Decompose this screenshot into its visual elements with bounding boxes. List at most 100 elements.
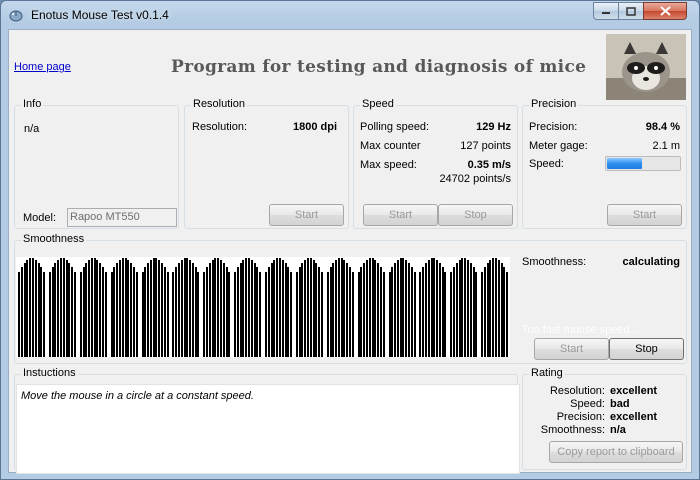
smoothness-graph-bar xyxy=(105,272,107,357)
speed-warning-text: Too fast mouse speed ... xyxy=(522,324,642,336)
speed-legend: Speed xyxy=(360,98,396,110)
smoothness-graph-bar xyxy=(408,263,410,357)
smoothness-graph-bar xyxy=(96,260,98,357)
copy-report-button[interactable]: Copy report to clipboard xyxy=(549,441,683,463)
smoothness-graph xyxy=(16,257,510,357)
smoothness-graph-bar xyxy=(461,258,463,357)
smoothness-graph-bar xyxy=(414,272,416,357)
smoothness-graph-bar xyxy=(436,260,438,357)
smoothness-legend: Smoothness xyxy=(21,233,87,245)
smoothness-graph-bar xyxy=(158,260,160,357)
smoothness-graph-bar xyxy=(419,272,421,357)
resolution-group: Resolution Resolution: 1800 dpi Start xyxy=(184,98,349,229)
smoothness-graph-bar xyxy=(307,258,309,357)
smoothness-graph-bar xyxy=(405,260,407,357)
smoothness-graph-bar xyxy=(192,263,194,357)
smoothness-graph-bar xyxy=(136,272,138,357)
smoothness-graph-bar xyxy=(197,272,199,357)
smoothness-graph-bar xyxy=(315,263,317,357)
smoothness-stop-button[interactable]: Stop xyxy=(609,338,684,360)
maximize-button[interactable] xyxy=(618,2,644,20)
smoothness-graph-bar xyxy=(259,272,261,357)
rating-smoothness-value: n/a xyxy=(610,424,626,436)
smoothness-graph-bar xyxy=(57,260,59,357)
page-heading: Program for testing and diagnosis of mic… xyxy=(171,57,587,77)
smoothness-graph-bar xyxy=(377,263,379,357)
precision-label: Precision: xyxy=(529,121,578,133)
polling-speed-label: Polling speed: xyxy=(360,121,430,133)
speed-stop-button[interactable]: Stop xyxy=(438,204,513,226)
resolution-start-button[interactable]: Start xyxy=(269,204,344,226)
smoothness-graph-bar xyxy=(335,260,337,357)
smoothness-graph-bar xyxy=(383,272,385,357)
title-bar[interactable]: Enotus Mouse Test v0.1.4 xyxy=(1,1,699,29)
smoothness-graph-bar xyxy=(35,260,37,357)
smoothness-graph-bar xyxy=(265,272,267,357)
rating-smoothness-label: Smoothness: xyxy=(540,424,605,436)
smoothness-graph-bar xyxy=(444,272,446,357)
rating-resolution-label: Resolution: xyxy=(549,385,605,397)
smoothness-graph-bar xyxy=(450,272,452,357)
smoothness-graph-bar xyxy=(175,267,177,357)
minimize-button[interactable] xyxy=(593,2,619,20)
max-speed-label: Max speed: xyxy=(360,159,417,171)
smoothness-graph-bar xyxy=(206,267,208,357)
speed-group: Speed Polling speed: 129 Hz Max counter … xyxy=(353,98,518,229)
smoothness-graph-bar xyxy=(49,272,51,357)
smoothness-graph-bar xyxy=(237,267,239,357)
smoothness-graph-bar xyxy=(26,260,28,357)
smoothness-graph-bar xyxy=(102,267,104,357)
info-value: n/a xyxy=(24,123,40,135)
smoothness-graph-bar xyxy=(54,263,56,357)
smoothness-graph-bar xyxy=(172,272,174,357)
smoothness-graph-bar xyxy=(343,260,345,357)
precision-start-button[interactable]: Start xyxy=(607,204,682,226)
smoothness-graph-bar xyxy=(144,267,146,357)
meter-gage-label: Meter gage: xyxy=(529,140,588,152)
close-icon xyxy=(659,6,671,16)
smoothness-graph-bar xyxy=(85,263,87,357)
smoothness-graph-bar xyxy=(68,263,70,357)
smoothness-graph-bar xyxy=(369,258,371,357)
smoothness-graph-bar xyxy=(273,260,275,357)
smoothness-start-button[interactable]: Start xyxy=(534,338,609,360)
speed-start-button[interactable]: Start xyxy=(363,204,438,226)
close-button[interactable] xyxy=(643,2,687,20)
smoothness-graph-bar xyxy=(321,272,323,357)
smoothness-graph-bar xyxy=(503,267,505,357)
smoothness-graph-bar xyxy=(287,267,289,357)
smoothness-graph-bar xyxy=(391,267,393,357)
model-field[interactable]: Rapoo MT550 xyxy=(67,208,177,227)
home-page-link[interactable]: Home page xyxy=(14,61,71,73)
smoothness-graph-bar xyxy=(327,272,329,357)
smoothness-graph-bar xyxy=(332,263,334,357)
smoothness-graph-bar xyxy=(475,272,477,357)
smoothness-graph-bar xyxy=(402,258,404,357)
smoothness-graph-bar xyxy=(453,267,455,357)
mouse-app-icon xyxy=(9,10,23,22)
smoothness-graph-bar xyxy=(99,263,101,357)
smoothness-graph-bar xyxy=(155,258,157,357)
smoothness-graph-bar xyxy=(290,272,292,357)
smoothness-graph-bar xyxy=(467,260,469,357)
smoothness-value: calculating xyxy=(622,256,680,268)
model-label: Model: xyxy=(23,212,57,224)
raccoon-logo xyxy=(606,34,686,100)
resolution-value: 1800 dpi xyxy=(293,121,338,133)
smoothness-graph-bar xyxy=(167,272,169,357)
smoothness-graph-bar xyxy=(318,267,320,357)
smoothness-graph-bar xyxy=(296,272,298,357)
instructions-group: Instuctions Move the mouse in a circle a… xyxy=(14,367,520,474)
smoothness-graph-bar xyxy=(425,263,427,357)
smoothness-graph-bar xyxy=(282,260,284,357)
precision-value: 98.4 % xyxy=(645,121,680,133)
instructions-box: Move the mouse in a circle at a constant… xyxy=(16,384,520,474)
smoothness-graph-bar xyxy=(363,263,365,357)
smoothness-graph-bar xyxy=(492,258,494,357)
smoothness-graph-bar xyxy=(234,272,236,357)
smoothness-graph-bar xyxy=(464,258,466,357)
rating-speed-value: bad xyxy=(610,398,630,410)
smoothness-graph-bar xyxy=(394,263,396,357)
client-area: Home page Program for testing and diagno… xyxy=(8,29,692,474)
smoothness-graph-bar xyxy=(251,260,253,357)
